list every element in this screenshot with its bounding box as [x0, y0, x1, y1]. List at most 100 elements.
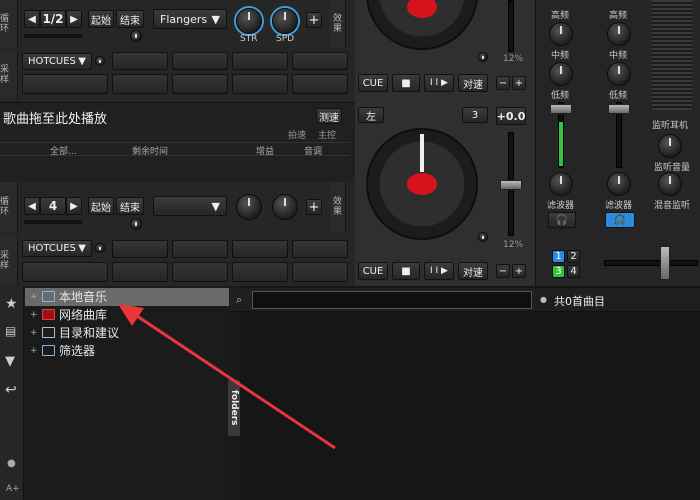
volume-fader-a[interactable] [550, 104, 572, 114]
deck-left-button[interactable]: 左 [358, 107, 384, 123]
star-icon[interactable]: ★ [5, 296, 18, 312]
sample-pad-0-bottom[interactable] [22, 262, 108, 282]
effect-add-button[interactable]: + [306, 12, 322, 28]
spd-knob[interactable] [272, 8, 298, 34]
sample-pad-0[interactable] [22, 74, 108, 94]
effect-add-button-bottom[interactable]: + [306, 199, 322, 215]
mid-label-a: 中频 [551, 51, 570, 61]
cue-button-top[interactable]: CUE [358, 74, 388, 92]
loop-start-button[interactable]: 起始 [88, 10, 114, 28]
monitor-volume-knob[interactable] [658, 134, 682, 158]
loop-prev-button-bottom[interactable]: ◀ [24, 197, 40, 215]
sample-pad-3[interactable] [232, 74, 288, 94]
deck-bottom-logo [407, 173, 437, 195]
loop-end-button[interactable]: 结束 [116, 10, 144, 28]
sample-pad-1-bottom[interactable] [112, 262, 168, 282]
filter-label-a: 滤波器 [547, 201, 575, 211]
hotcue-pad-1[interactable] [112, 52, 168, 70]
pitch-track-top[interactable] [508, 0, 514, 52]
pitch-minus-top[interactable]: − [496, 76, 510, 90]
mid-knob-b[interactable] [607, 22, 631, 46]
tree-item-local-music[interactable]: + 本地音乐 [30, 288, 107, 305]
monitor-mix-knob[interactable] [658, 172, 682, 196]
loop-end-button-bottom[interactable]: 结束 [116, 197, 144, 215]
effect-knob-2-bottom[interactable] [272, 194, 298, 220]
drive-icon[interactable]: ▤ [5, 324, 16, 338]
hotcue-pad-3[interactable] [232, 52, 288, 70]
filter-knob-a[interactable] [549, 172, 573, 196]
hotcues-select[interactable]: HOTCUES ▼ [22, 53, 92, 70]
master-label: 主控 [318, 131, 337, 141]
filter-icon[interactable]: ▼ [5, 354, 15, 369]
col-key: 音调 [304, 147, 323, 157]
effect-select[interactable]: Flangers ▼ [153, 9, 227, 29]
deck-select-3[interactable]: 3 [552, 265, 565, 278]
jog-small-dot-bottom[interactable] [478, 232, 488, 242]
settings-dot-icon[interactable]: ● [7, 458, 16, 469]
hotcue-dot-bottom[interactable] [95, 243, 105, 253]
loop-value[interactable]: 1/2 [40, 10, 66, 28]
deck-select-2[interactable]: 2 [567, 250, 580, 263]
stop-button-top[interactable]: ■ [392, 74, 420, 92]
col-remaining: 剩余时间 [132, 147, 169, 157]
hotcue-pad-3-bottom[interactable] [232, 240, 288, 258]
loop-small-knob-bottom[interactable] [130, 218, 142, 230]
str-knob[interactable] [236, 8, 262, 34]
jog-small-dot-top[interactable] [478, 52, 488, 62]
font-size-icon[interactable]: A+ [6, 484, 20, 494]
sample-pad-4-bottom[interactable] [292, 262, 348, 282]
loop-value-bottom[interactable]: 4 [40, 197, 66, 215]
hotcue-pad-1-bottom[interactable] [112, 240, 168, 258]
pitch-plus-bottom[interactable]: + [512, 264, 526, 278]
loop-start-button-bottom[interactable]: 起始 [88, 197, 114, 215]
stop-button-bottom[interactable]: ■ [392, 262, 420, 280]
tree-item-online-library[interactable]: + 网络曲库 [30, 306, 107, 323]
pitch-plus-top[interactable]: + [512, 76, 526, 90]
pitch-minus-bottom[interactable]: − [496, 264, 510, 278]
crossfader-cap[interactable] [660, 246, 670, 280]
monitor-mix-label: 混音监听 [654, 201, 691, 211]
play-pause-button-bottom[interactable]: I I ▶ [424, 262, 454, 280]
hotcue-dot[interactable] [95, 56, 105, 66]
bpm-button[interactable]: 测速 [316, 108, 342, 124]
tree-item-filters[interactable]: + 筛选器 [30, 342, 95, 359]
pitch-fader-bottom[interactable] [500, 180, 522, 190]
cue-button-bottom[interactable]: CUE [358, 262, 388, 280]
hotcue-pad-2[interactable] [172, 52, 228, 70]
loop-next-button[interactable]: ▶ [66, 10, 82, 28]
hotcues-select-bottom[interactable]: HOTCUES ▼ [22, 240, 92, 257]
sample-pad-2[interactable] [172, 74, 228, 94]
mid-knob-a[interactable] [549, 22, 573, 46]
sync-button-bottom[interactable]: 对速 [458, 262, 488, 280]
chevron-down-icon: ▼ [78, 56, 86, 67]
headphone-button-b[interactable]: 🎧 [605, 212, 635, 228]
hotcue-pad-4-bottom[interactable] [292, 240, 348, 258]
crossfader-track[interactable] [604, 260, 698, 266]
volume-fader-b[interactable] [608, 104, 630, 114]
sample-pad-2-bottom[interactable] [172, 262, 228, 282]
hotcue-pad-4[interactable] [292, 52, 348, 70]
effect-side-label-bottom: 效果 [330, 182, 346, 232]
tree-item-label: 筛选器 [59, 344, 96, 358]
deck-select-4[interactable]: 4 [567, 265, 580, 278]
hotcue-pad-2-bottom[interactable] [172, 240, 228, 258]
loop-next-button-bottom[interactable]: ▶ [66, 197, 82, 215]
tree-item-catalog[interactable]: + 目录和建议 [30, 324, 119, 341]
play-pause-button-top[interactable]: I I ▶ [424, 74, 454, 92]
loop-prev-button[interactable]: ◀ [24, 10, 40, 28]
back-icon[interactable]: ↩ [5, 382, 17, 398]
effect-select-bottom[interactable]: ▼ [153, 196, 227, 216]
sample-pad-3-bottom[interactable] [232, 262, 288, 282]
sync-button-top[interactable]: 对速 [458, 74, 488, 92]
effect-knob-1-bottom[interactable] [236, 194, 262, 220]
sample-pad-4[interactable] [292, 74, 348, 94]
sample-pad-1[interactable] [112, 74, 168, 94]
filter-knob-b[interactable] [607, 172, 631, 196]
low-knob-b[interactable] [607, 62, 631, 86]
deck-number-button[interactable]: 3 [462, 107, 488, 123]
low-knob-a[interactable] [549, 62, 573, 86]
low-label-b: 低频 [609, 91, 628, 101]
loop-small-knob[interactable] [130, 30, 142, 42]
deck-select-1[interactable]: 1 [552, 250, 565, 263]
headphone-button-a[interactable]: 🎧 [548, 212, 576, 228]
